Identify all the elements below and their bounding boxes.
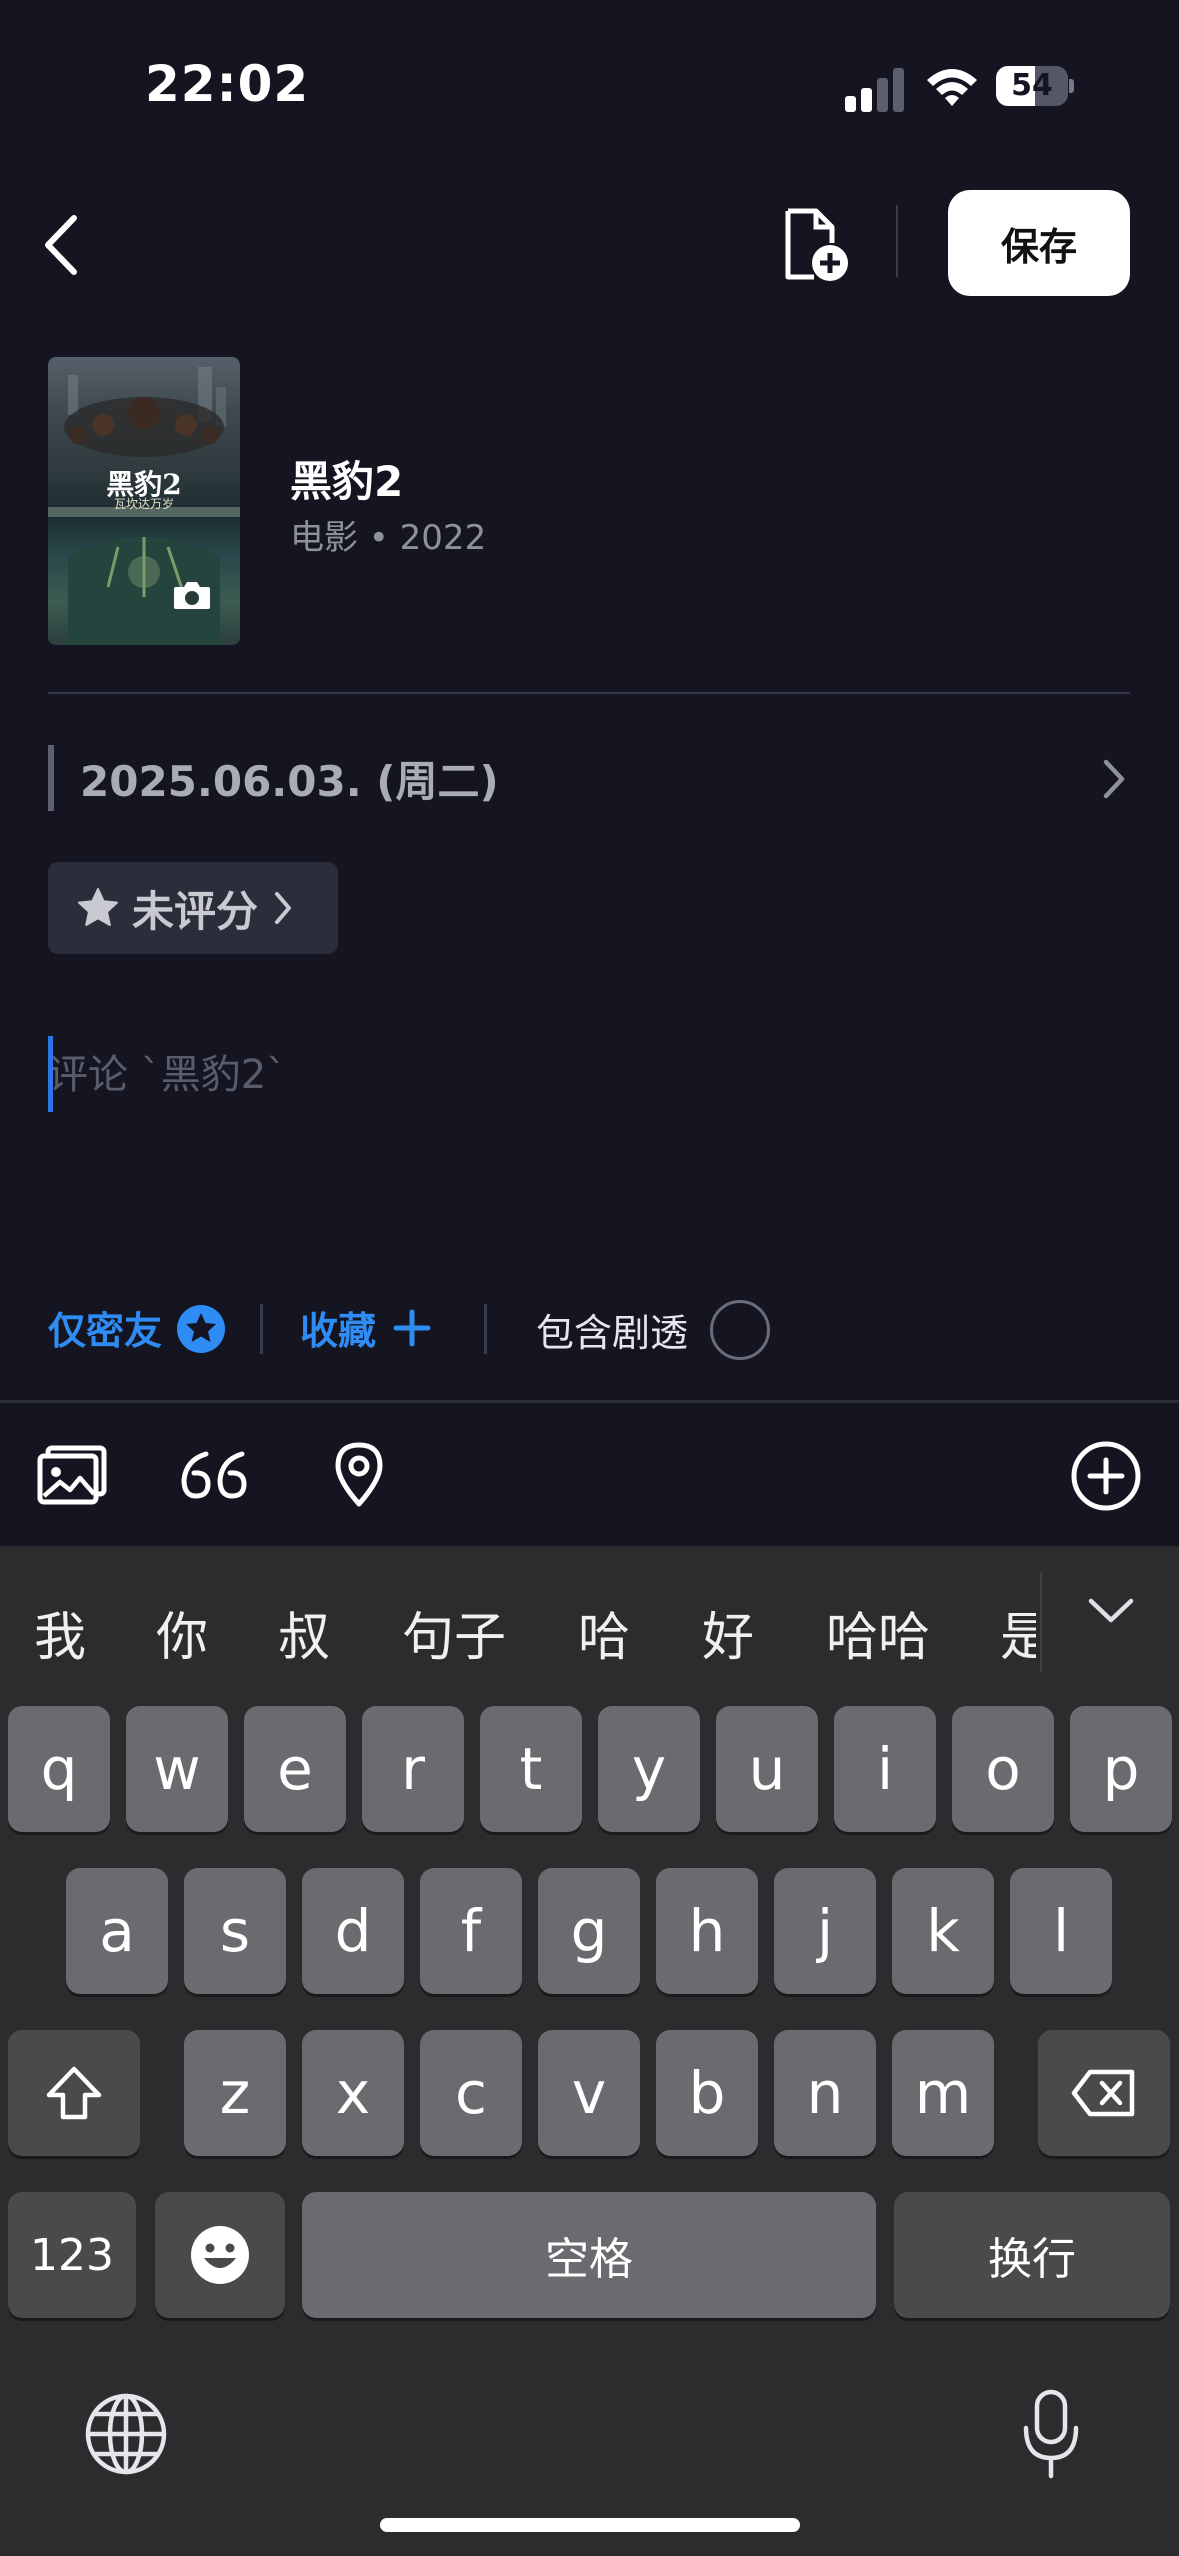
candidate-item[interactable]: 叔 <box>278 1595 330 1670</box>
candidate-item[interactable]: 哈哈 <box>826 1595 930 1670</box>
key-c[interactable]: c <box>420 2030 522 2156</box>
key-a[interactable]: a <box>66 1868 168 1994</box>
key-q[interactable]: q <box>8 1706 110 1832</box>
key-y[interactable]: y <box>598 1706 700 1832</box>
chevron-down-icon[interactable] <box>1086 1596 1136 1626</box>
spoiler-label: 包含剧透 <box>536 1311 689 1355</box>
key-x[interactable]: x <box>302 2030 404 2156</box>
candidate-item[interactable]: 你 <box>156 1595 208 1670</box>
camera-icon <box>174 582 210 609</box>
backspace-key[interactable] <box>1038 2030 1170 2156</box>
key-t[interactable]: t <box>480 1706 582 1832</box>
date-marker <box>48 745 54 811</box>
text-cursor <box>48 1036 53 1112</box>
key-p[interactable]: p <box>1070 1706 1172 1832</box>
battery-icon: 54 <box>996 66 1074 106</box>
key-h[interactable]: h <box>656 1868 758 1994</box>
candidate-item[interactable]: 哈 <box>578 1595 630 1670</box>
chevron-right-icon[interactable] <box>1100 756 1128 802</box>
movie-meta: 电影 • 2022 <box>290 518 487 558</box>
return-key[interactable]: 换行 <box>894 2192 1170 2318</box>
shift-icon <box>46 2066 102 2120</box>
location-pin-icon[interactable] <box>332 1440 386 1508</box>
collect-option[interactable]: 收藏 <box>300 1300 376 1355</box>
candidate-item[interactable]: 是 <box>1000 1595 1036 1670</box>
numbers-key[interactable]: 123 <box>8 2192 136 2318</box>
microphone-icon[interactable] <box>1020 2388 1082 2480</box>
key-u[interactable]: u <box>716 1706 818 1832</box>
chevron-right-icon <box>275 892 292 924</box>
poster-subtitle: 瓦坎达万岁 <box>113 497 174 511</box>
key-r[interactable]: r <box>362 1706 464 1832</box>
key-n[interactable]: n <box>774 2030 876 2156</box>
toolbar-divider <box>0 1400 1179 1403</box>
key-f[interactable]: f <box>420 1868 522 1994</box>
movie-poster[interactable]: 黑豹2 瓦坎达万岁 <box>48 357 240 645</box>
key-i[interactable]: i <box>834 1706 936 1832</box>
candidate-item[interactable]: 我 <box>34 1595 86 1670</box>
key-d[interactable]: d <box>302 1868 404 1994</box>
key-l[interactable]: l <box>1010 1868 1112 1994</box>
movie-title: 黑豹2 <box>290 457 404 506</box>
status-time: 22:02 <box>145 55 310 113</box>
section-divider <box>48 692 1130 694</box>
option-divider <box>484 1304 487 1354</box>
shift-key[interactable] <box>8 2030 140 2156</box>
key-k[interactable]: k <box>892 1868 994 1994</box>
option-divider <box>260 1304 263 1354</box>
key-w[interactable]: w <box>126 1706 228 1832</box>
star-icon <box>78 888 118 926</box>
header-divider <box>896 205 898 277</box>
key-v[interactable]: v <box>538 2030 640 2156</box>
back-button[interactable] <box>38 210 88 280</box>
cellular-signal-icon <box>845 68 907 112</box>
backspace-icon <box>1071 2069 1135 2117</box>
key-m[interactable]: m <box>892 2030 994 2156</box>
star-badge-icon[interactable] <box>176 1304 226 1354</box>
image-icon[interactable] <box>36 1444 108 1506</box>
key-z[interactable]: z <box>184 2030 286 2156</box>
spoiler-toggle[interactable] <box>710 1300 770 1360</box>
key-e[interactable]: e <box>244 1706 346 1832</box>
watch-date[interactable]: 2025.06.03. (周二) <box>80 748 499 809</box>
key-j[interactable]: j <box>774 1868 876 1994</box>
battery-percentage: 54 <box>1011 68 1053 103</box>
candidate-item[interactable]: 句子 <box>402 1595 506 1670</box>
candidate-separator <box>1040 1572 1042 1672</box>
key-g[interactable]: g <box>538 1868 640 1994</box>
quote-icon[interactable] <box>178 1446 250 1502</box>
globe-icon[interactable] <box>84 2392 168 2476</box>
emoji-key[interactable] <box>155 2192 285 2318</box>
home-indicator <box>380 2518 800 2532</box>
key-s[interactable]: s <box>184 1868 286 1994</box>
space-key[interactable]: 空格 <box>302 2192 876 2318</box>
rating-button[interactable]: 未评分 <box>48 862 338 954</box>
key-b[interactable]: b <box>656 2030 758 2156</box>
key-o[interactable]: o <box>952 1706 1054 1832</box>
plus-icon[interactable] <box>392 1308 432 1348</box>
comment-input[interactable] <box>48 1040 1128 1110</box>
friends-only-option[interactable]: 仅密友 <box>48 1300 162 1355</box>
rating-label: 未评分 <box>132 886 259 936</box>
emoji-icon <box>191 2226 249 2284</box>
save-button[interactable]: 保存 <box>948 190 1130 296</box>
wifi-icon <box>927 69 977 106</box>
add-circle-icon[interactable] <box>1070 1440 1142 1512</box>
add-document-button[interactable] <box>780 205 852 285</box>
candidate-item[interactable]: 好 <box>702 1595 754 1670</box>
